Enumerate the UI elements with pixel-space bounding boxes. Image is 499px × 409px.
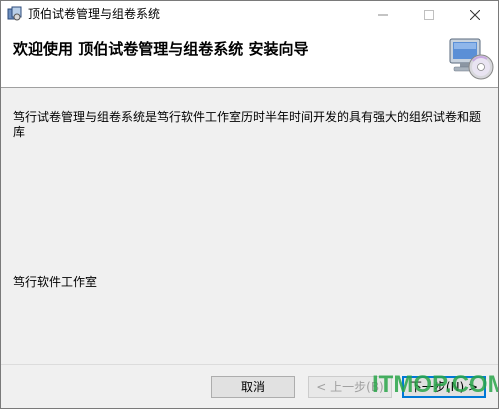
wizard-footer: 取消 < 上一步(B) 下一步(N) > bbox=[1, 364, 498, 408]
maximize-icon bbox=[424, 5, 434, 24]
cancel-button[interactable]: 取消 bbox=[211, 376, 295, 398]
wizard-body: 笃行试卷管理与组卷系统是笃行软件工作室历时半年时间开发的具有强大的组织试卷和题库… bbox=[1, 88, 498, 364]
wizard-header: 欢迎使用 顶伯试卷管理与组卷系统 安装向导 bbox=[1, 27, 498, 88]
page-title: 欢迎使用 顶伯试卷管理与组卷系统 安装向导 bbox=[13, 40, 309, 58]
installer-app-icon bbox=[7, 6, 23, 22]
title-bar: 顶伯试卷管理与组卷系统 bbox=[1, 1, 498, 27]
minimize-button[interactable] bbox=[360, 1, 406, 27]
close-icon bbox=[469, 5, 481, 24]
installer-window: 顶伯试卷管理与组卷系统 欢迎使用 顶伯试卷管理与组卷系统 安装向导 笃行试卷管理… bbox=[0, 0, 499, 409]
company-name: 笃行软件工作室 bbox=[13, 275, 98, 289]
maximize-button[interactable] bbox=[406, 1, 452, 27]
back-button[interactable]: < 上一步(B) bbox=[308, 376, 392, 398]
product-description: 笃行试卷管理与组卷系统是笃行软件工作室历时半年时间开发的具有强大的组织试卷和题库 bbox=[13, 110, 482, 139]
computer-setup-icon bbox=[446, 37, 494, 81]
next-button[interactable]: 下一步(N) > bbox=[402, 376, 486, 398]
minimize-icon bbox=[378, 5, 388, 24]
window-title: 顶伯试卷管理与组卷系统 bbox=[28, 7, 161, 21]
close-button[interactable] bbox=[452, 1, 498, 27]
